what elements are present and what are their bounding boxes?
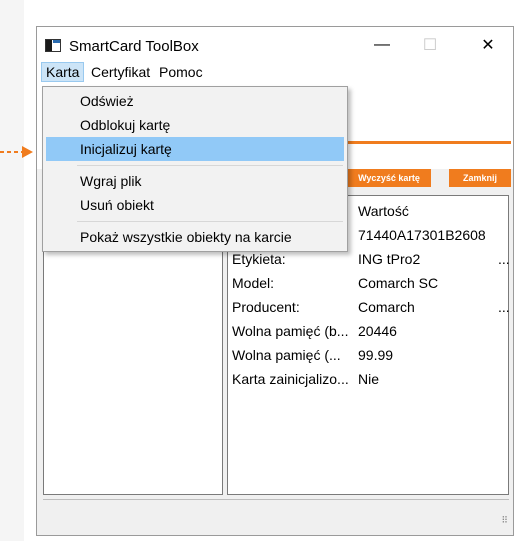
- menu-karta[interactable]: Karta: [41, 62, 85, 82]
- property-key: Model:: [232, 275, 275, 291]
- property-row[interactable]: Wolna pamięć (... 99.99: [228, 344, 508, 368]
- property-row[interactable]: Model: Comarch SC: [228, 272, 508, 296]
- background-left-strip: [0, 0, 24, 541]
- menu-separator: [77, 221, 343, 222]
- wipe-card-button[interactable]: Wyczyść kartę: [347, 169, 431, 187]
- property-key: Wolna pamięć (...: [232, 347, 341, 363]
- status-bar: ⠿: [43, 499, 509, 530]
- property-overflow: ...: [498, 251, 510, 267]
- menu-item-label: Usuń obiekt: [80, 197, 154, 213]
- property-key: Etykieta:: [232, 251, 286, 267]
- close-app-button[interactable]: Zamknij: [449, 169, 511, 187]
- menu-pomoc[interactable]: Pomoc: [155, 63, 207, 81]
- smartcard-app-icon: [45, 39, 61, 52]
- menu-item-label: Pokaż wszystkie obiekty na karcie: [80, 229, 292, 245]
- menu-separator: [77, 165, 343, 166]
- karta-dropdown-menu: Odśwież Odblokuj kartę Inicjalizuj kartę…: [42, 86, 348, 252]
- maximize-button[interactable]: ☐: [407, 31, 453, 59]
- property-overflow: ...: [498, 299, 510, 315]
- close-button[interactable]: ✕: [465, 31, 511, 59]
- property-value: Comarch: [358, 299, 415, 315]
- property-key: Wolna pamięć (b...: [232, 323, 349, 339]
- value-column-header: Wartość: [358, 203, 409, 219]
- property-value: Nie: [358, 371, 380, 387]
- menu-item-label: Wgraj plik: [80, 173, 142, 189]
- menu-item-delete-object[interactable]: Usuń obiekt: [46, 193, 344, 217]
- minimize-button[interactable]: —: [359, 31, 405, 59]
- property-key: Karta zainicjalizo...: [232, 371, 349, 387]
- menu-item-unlock-card[interactable]: Odblokuj kartę: [46, 113, 344, 137]
- arrow-right-icon: [0, 146, 33, 158]
- property-value: 99.99: [358, 347, 394, 363]
- menu-item-refresh[interactable]: Odśwież: [46, 89, 344, 113]
- window-title: SmartCard ToolBox: [69, 38, 199, 55]
- title-bar[interactable]: SmartCard ToolBox — ☐ ✕: [37, 27, 513, 61]
- property-value: 20446: [358, 323, 397, 339]
- property-key: Producent:: [232, 299, 300, 315]
- menu-item-label: Odśwież: [80, 93, 134, 109]
- property-row[interactable]: Producent: Comarch ...: [228, 296, 510, 320]
- menu-bar: Karta Certyfikat Pomoc: [37, 61, 513, 83]
- property-row[interactable]: Karta zainicjalizo... Nie: [228, 368, 508, 392]
- property-value: ING tPro2: [358, 251, 421, 267]
- menu-item-show-all-objects[interactable]: Pokaż wszystkie obiekty na karcie: [46, 225, 344, 249]
- menu-item-label: Odblokuj kartę: [80, 117, 171, 133]
- property-row[interactable]: Wolna pamięć (b... 20446: [228, 320, 508, 344]
- resize-grip-icon[interactable]: ⠿: [501, 515, 508, 526]
- menu-item-initialize-card[interactable]: Inicjalizuj kartę: [46, 137, 344, 161]
- menu-item-upload-file[interactable]: Wgraj plik: [46, 169, 344, 193]
- property-value: Comarch SC: [358, 275, 439, 291]
- banner-accent-line: [347, 141, 511, 144]
- menu-certyfikat[interactable]: Certyfikat: [87, 63, 154, 81]
- property-value: 71440A17301B2608: [358, 227, 486, 243]
- menu-item-label: Inicjalizuj kartę: [80, 141, 172, 157]
